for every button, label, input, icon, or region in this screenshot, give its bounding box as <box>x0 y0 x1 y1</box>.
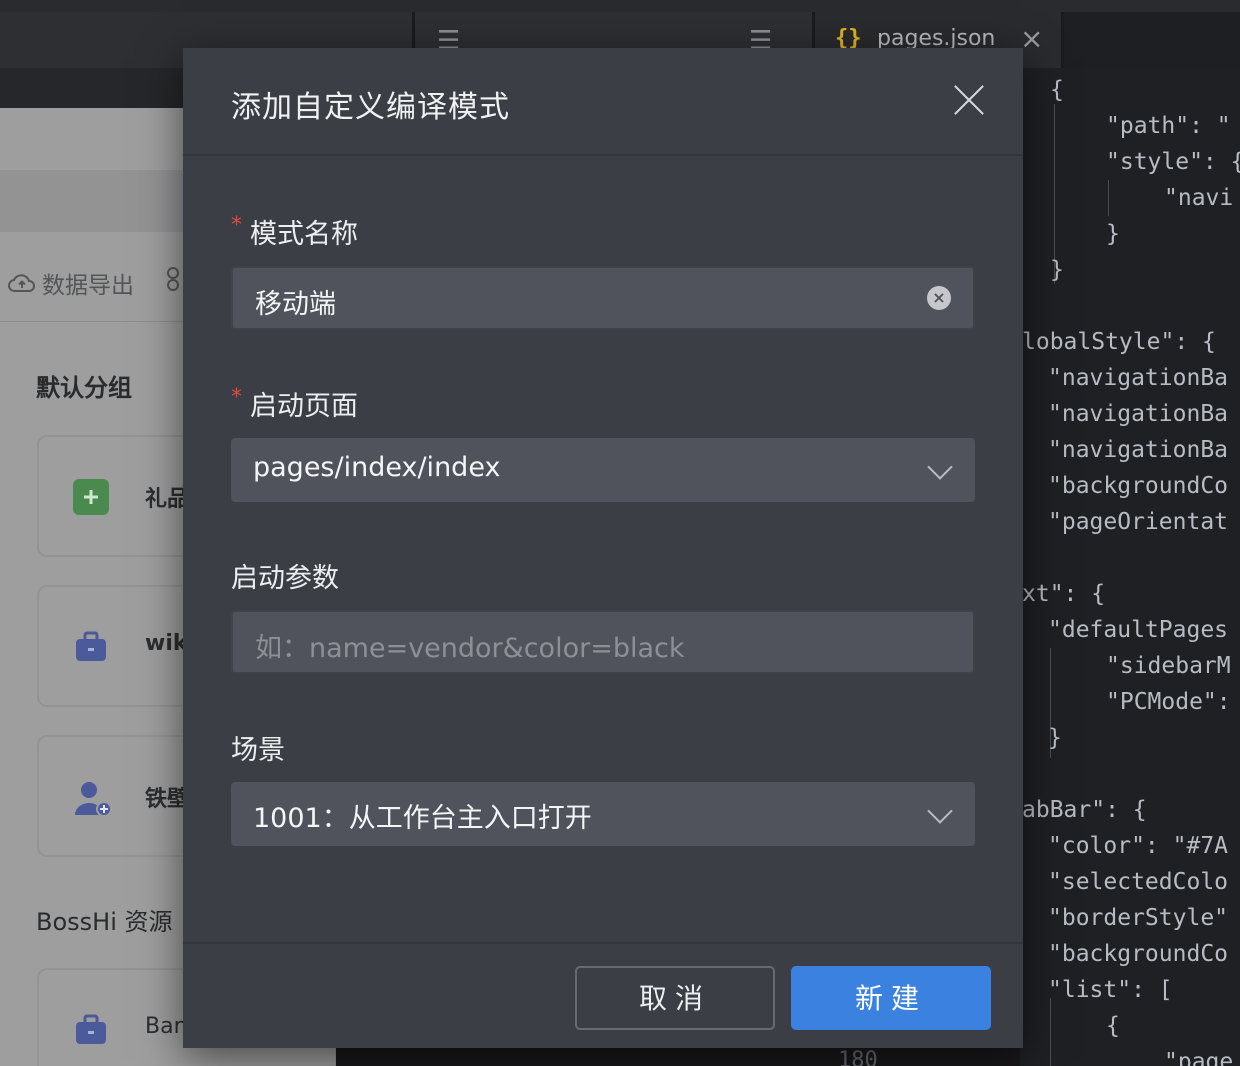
code-line: "selectedColo <box>1048 869 1229 895</box>
tab-close-icon[interactable]: × <box>1020 22 1043 55</box>
code-line: "navigationBa <box>1048 437 1229 463</box>
start-page-label: * 启动页面 <box>231 384 358 423</box>
mode-name-input[interactable]: 移动端 × <box>231 266 975 330</box>
start-page-value: pages/index/index <box>253 452 501 483</box>
code-line: "navi <box>1164 185 1234 211</box>
chevron-down-icon <box>927 798 953 824</box>
code-line: "PCMode": <box>1106 689 1231 715</box>
start-params-label: 启动参数 <box>231 556 339 595</box>
code-line: "path": " <box>1106 113 1231 139</box>
add-compile-mode-dialog: 添加自定义编译模式 * 模式名称 移动端 × * 启动页面 pages/inde… <box>183 48 1023 1048</box>
code-line: } <box>1106 221 1120 247</box>
code-line: { <box>1106 1013 1120 1039</box>
create-button[interactable]: 新建 <box>791 966 991 1030</box>
code-line: "backgroundCo <box>1048 941 1229 967</box>
mode-name-label-text: 模式名称 <box>250 219 358 250</box>
line-number: 180 <box>838 1048 878 1066</box>
export-data-label: 数据导出 <box>42 273 134 299</box>
clear-icon[interactable]: × <box>927 286 951 310</box>
dialog-footer: 取消 新建 <box>183 942 1023 1048</box>
start-page-select[interactable]: pages/index/index <box>231 438 975 502</box>
dialog-header: 添加自定义编译模式 <box>183 48 1023 156</box>
add-user-icon <box>73 779 112 817</box>
indent-guide <box>1050 998 1051 1066</box>
code-line: "backgroundCo <box>1048 473 1229 499</box>
start-params-input[interactable]: 如：name=vendor&color=black <box>231 610 975 674</box>
start-page-label-text: 启动页面 <box>250 391 358 422</box>
mode-name-label: * 模式名称 <box>231 212 358 251</box>
dialog-title: 添加自定义编译模式 <box>231 90 510 125</box>
code-line: "defaultPages <box>1048 617 1229 643</box>
required-mark: * <box>231 213 242 238</box>
code-editor[interactable]: { "path": " "style": { "navi } } lobalSt… <box>1020 68 1240 1066</box>
scene-select[interactable]: 1001：从工作台主入口打开 <box>231 782 975 846</box>
code-line: "sidebarM <box>1106 653 1231 679</box>
card-label: Ban <box>145 1014 188 1039</box>
code-line: "borderStyle" <box>1048 905 1229 931</box>
group-title-bosshi: BossHi 资源 <box>36 908 173 936</box>
code-line: "navigationBa <box>1048 365 1229 391</box>
code-line: "navigationBa <box>1048 401 1229 427</box>
briefcase-icon <box>73 629 109 665</box>
cloud-upload-icon <box>8 274 35 292</box>
code-line: lobalStyle": { <box>1022 329 1216 355</box>
scene-label-text: 场景 <box>231 735 285 766</box>
editor-gutter-bottom <box>336 1048 1020 1066</box>
chevron-down-icon <box>927 454 953 480</box>
group-title-default: 默认分组 <box>36 374 132 402</box>
start-params-placeholder: 如：name=vendor&color=black <box>255 633 685 664</box>
code-line: xt": { <box>1022 581 1106 607</box>
code-line: abBar": { <box>1022 797 1147 823</box>
window-top-bar <box>0 0 1240 12</box>
mode-name-value: 移动端 <box>255 289 336 320</box>
code-line: "pageOrientat <box>1048 509 1229 535</box>
code-line: } <box>1050 257 1064 283</box>
required-mark: * <box>231 385 242 410</box>
code-line: { <box>1050 77 1064 103</box>
close-icon[interactable] <box>951 82 987 118</box>
indent-guide <box>1108 180 1109 216</box>
grid-icon[interactable] <box>164 266 182 298</box>
briefcase-icon <box>73 1012 109 1048</box>
gift-icon <box>73 479 109 515</box>
code-line: "color": "#7A <box>1048 833 1229 859</box>
export-data-button[interactable]: 数据导出 <box>8 266 134 300</box>
code-line: "list": [ <box>1048 977 1173 1003</box>
cancel-button[interactable]: 取消 <box>575 966 775 1030</box>
code-line: "style": { <box>1106 149 1240 175</box>
code-line: } <box>1048 725 1062 751</box>
scene-label: 场景 <box>231 728 285 767</box>
code-line: "page <box>1164 1049 1234 1066</box>
start-params-label-text: 启动参数 <box>231 563 339 594</box>
scene-value: 1001：从工作台主入口打开 <box>253 803 592 834</box>
